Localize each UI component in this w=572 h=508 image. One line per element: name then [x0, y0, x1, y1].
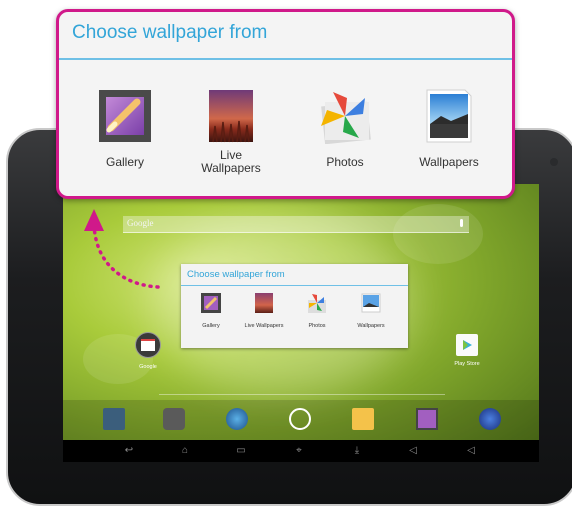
photos-icon: [308, 294, 326, 313]
camera-app-icon[interactable]: [163, 408, 185, 430]
app-drawer-icon[interactable]: [289, 408, 311, 430]
live-wallpapers-option[interactable]: Live Wallpapers: [181, 88, 281, 175]
play-store-shortcut[interactable]: Play Store: [447, 334, 487, 367]
browser-icon[interactable]: [226, 408, 248, 430]
mini-live-wallpapers-option[interactable]: Live Wallpapers: [242, 292, 286, 330]
mic-icon[interactable]: [460, 219, 463, 227]
file-manager-icon[interactable]: [352, 408, 374, 430]
home-icon[interactable]: ⌂: [177, 445, 193, 457]
gallery-icon: [201, 293, 221, 313]
mini-wallpaper-dialog: Choose wallpaper from Gallery Live Wallp…: [181, 264, 408, 348]
gallery-icon: [99, 90, 151, 142]
gallery-app-icon[interactable]: [416, 408, 438, 430]
photos-option[interactable]: Photos: [295, 88, 395, 169]
title-divider: [59, 58, 512, 60]
mini-gallery-option[interactable]: Gallery: [189, 292, 233, 330]
live-wallpapers-icon: [209, 90, 253, 143]
wallpapers-icon: [361, 293, 381, 313]
mini-photos-option[interactable]: Photos: [295, 292, 339, 330]
mini-dialog-title: Choose wallpaper from: [187, 269, 285, 280]
wallpapers-option[interactable]: Wallpapers: [399, 88, 499, 169]
download-icon[interactable]: ⤓: [349, 445, 365, 457]
screenshot-icon[interactable]: ⌖: [291, 445, 307, 457]
dock: [63, 394, 539, 440]
back-icon[interactable]: ↩: [121, 445, 137, 457]
wallpaper-chooser-dialog: Choose wallpaper from Gallery Live Wallp…: [56, 9, 515, 199]
dialog-title: Choose wallpaper from: [72, 22, 268, 43]
google-app-shortcut[interactable]: Google: [131, 332, 165, 370]
live-wallpapers-icon: [255, 293, 273, 313]
recents-icon[interactable]: ▭: [233, 445, 249, 457]
gallery-option[interactable]: Gallery: [75, 88, 175, 169]
volume-down-icon[interactable]: ◁: [405, 445, 421, 457]
google-app-icon: [135, 332, 161, 358]
camera-icon: [550, 158, 558, 166]
mini-wallpapers-option[interactable]: Wallpapers: [349, 292, 393, 330]
callout-arrow: [84, 209, 160, 289]
nav-bar: ↩ ⌂ ▭ ⌖ ⤓ ◁ ◁: [63, 440, 539, 462]
play-store-icon: [456, 334, 478, 356]
volume-up-icon[interactable]: ◁: [463, 445, 479, 457]
music-icon[interactable]: [479, 408, 501, 430]
photos-icon: [321, 92, 371, 145]
google-search-bar[interactable]: Google: [123, 216, 469, 233]
wallpapers-icon: [426, 89, 472, 143]
settings-icon[interactable]: [103, 408, 125, 430]
